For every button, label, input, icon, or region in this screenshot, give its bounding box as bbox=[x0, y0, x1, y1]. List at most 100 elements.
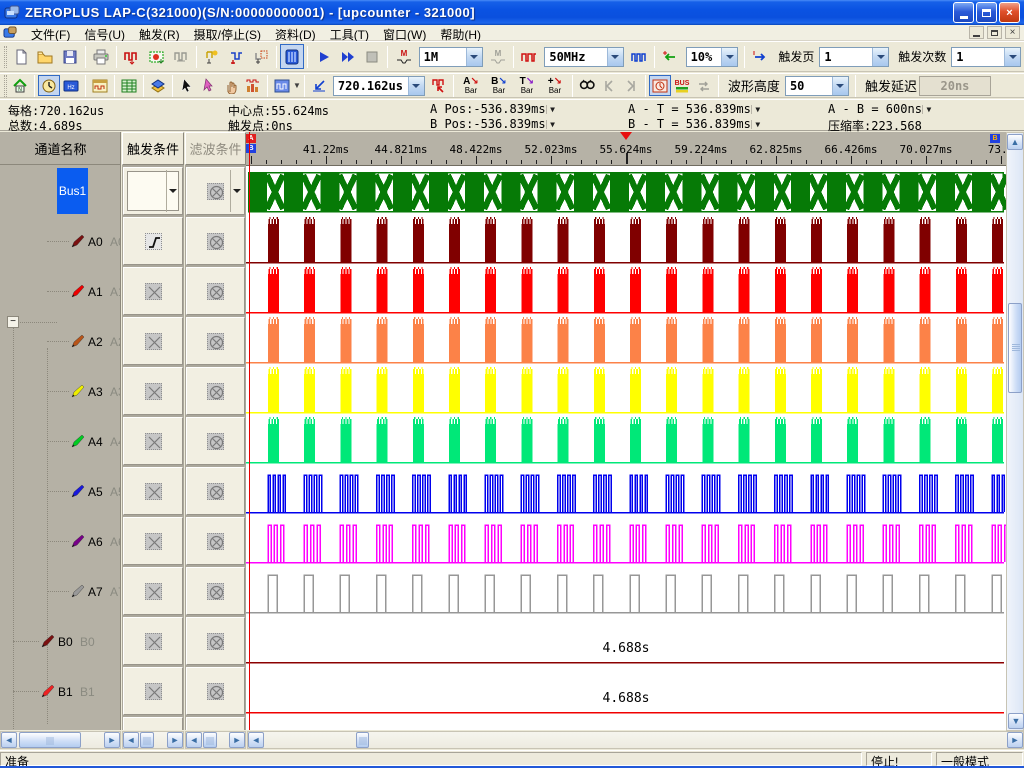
menu-item-4[interactable]: 资料(D) bbox=[268, 25, 323, 40]
module-window-button[interactable] bbox=[280, 44, 304, 69]
flag-b-marker[interactable]: B bbox=[246, 144, 256, 153]
run-button[interactable] bbox=[311, 44, 335, 69]
bus-view-button[interactable]: BUS bbox=[671, 75, 693, 96]
memory-depth-disabled-button[interactable]: M bbox=[486, 44, 510, 69]
bus-label[interactable]: Bus1 bbox=[57, 168, 88, 214]
filter-cell-a3[interactable] bbox=[186, 367, 245, 415]
find-next-button[interactable] bbox=[620, 75, 642, 96]
filter-cell-a7[interactable] bbox=[186, 567, 245, 615]
trigger-mark-c-button[interactable] bbox=[249, 44, 273, 69]
trigger-delay-field[interactable]: 20ns bbox=[919, 76, 991, 96]
trigger-ratio-button[interactable] bbox=[658, 44, 682, 69]
trigger-cell-b0[interactable] bbox=[123, 617, 183, 665]
zoom-fit-button[interactable] bbox=[308, 75, 330, 96]
channel-row-b0[interactable]: B0B0 bbox=[0, 616, 121, 666]
sync-button[interactable] bbox=[693, 75, 715, 96]
channel-row-a2[interactable]: A2A2 bbox=[0, 316, 121, 366]
channel-row-a3[interactable]: A3A3 bbox=[0, 366, 121, 416]
zoom-scale-dropdown-icon[interactable] bbox=[408, 77, 424, 95]
wave-scroll-thumb[interactable] bbox=[356, 732, 369, 748]
trigger-page-dropdown-icon[interactable] bbox=[872, 48, 888, 66]
channel-name[interactable]: B1 bbox=[58, 685, 73, 699]
frequency-meter-button[interactable]: Hz bbox=[60, 75, 82, 96]
sample-depth-select[interactable]: 1M bbox=[419, 47, 483, 67]
clock-view-button[interactable] bbox=[38, 75, 60, 96]
find-prev-button[interactable] bbox=[598, 75, 620, 96]
channel-name[interactable]: A2 bbox=[88, 335, 103, 349]
wave-height-dropdown-icon[interactable] bbox=[832, 77, 848, 95]
trigger-mark-b-button[interactable] bbox=[224, 44, 248, 69]
name-scroll-left-icon[interactable]: ◄ bbox=[1, 732, 17, 748]
trigger-ratio-dropdown-icon[interactable] bbox=[721, 48, 737, 66]
filter-cell-a5[interactable] bbox=[186, 467, 245, 515]
channel-name[interactable]: A1 bbox=[88, 285, 103, 299]
trigger-cell-a1[interactable] bbox=[123, 267, 183, 315]
waveform-hscrollbar[interactable]: ◄ ► bbox=[247, 731, 1024, 749]
trigger-ratio-select[interactable]: 10% bbox=[686, 47, 738, 67]
filt-scroll-right-icon[interactable]: ► bbox=[229, 732, 245, 748]
trigger-position-marker[interactable] bbox=[620, 132, 632, 140]
b-pos-dropdown-icon[interactable]: ▼ bbox=[546, 120, 559, 129]
filter-cell-bus1[interactable] bbox=[186, 167, 245, 215]
trigger-cell-a0[interactable] bbox=[123, 217, 183, 265]
t-bar-button[interactable]: T↘Bar bbox=[514, 74, 540, 97]
filter-cell-a4[interactable] bbox=[186, 417, 245, 465]
hand-pan-button[interactable] bbox=[220, 75, 242, 96]
channel-name[interactable]: A3 bbox=[88, 385, 103, 399]
trigger-count-dropdown-icon[interactable] bbox=[1004, 48, 1020, 66]
filter-cell-b1[interactable] bbox=[186, 667, 245, 715]
sample-depth-dropdown-icon[interactable] bbox=[466, 48, 482, 66]
filter-cell-a6[interactable] bbox=[186, 517, 245, 565]
mdi-close-button[interactable]: × bbox=[1005, 26, 1020, 39]
new-file-button[interactable] bbox=[9, 44, 33, 69]
time-ruler[interactable]: 41.22ms44.821ms48.422ms52.023ms55.624ms5… bbox=[246, 132, 1006, 166]
channel-name[interactable]: A4 bbox=[88, 435, 103, 449]
print-button[interactable] bbox=[89, 44, 113, 69]
menu-item-2[interactable]: 触发(R) bbox=[132, 25, 187, 40]
filt-scroll-left-icon[interactable]: ◄ bbox=[186, 732, 202, 748]
trigger-page-select[interactable]: 1 bbox=[819, 47, 889, 67]
open-file-button[interactable] bbox=[33, 44, 57, 69]
b-bar-button[interactable]: B↘Bar bbox=[486, 74, 512, 97]
restore-button[interactable] bbox=[976, 2, 997, 23]
trigger-cell-bus1[interactable] bbox=[123, 167, 183, 215]
filter-col-hscrollbar[interactable]: ◄ ► bbox=[185, 731, 246, 749]
channel-row-a4[interactable]: A4A4 bbox=[0, 416, 121, 466]
chart-view-button[interactable] bbox=[242, 75, 264, 96]
sample-rate-select[interactable]: 50MHz bbox=[544, 47, 624, 67]
menu-item-0[interactable]: 文件(F) bbox=[24, 25, 77, 40]
trigger-cell-b1[interactable] bbox=[123, 667, 183, 715]
memory-depth-button[interactable]: M bbox=[391, 44, 415, 69]
trigger-cell-a5[interactable] bbox=[123, 467, 183, 515]
sample-rate-dropdown-icon[interactable] bbox=[607, 48, 623, 66]
trigger-cell-a4[interactable] bbox=[123, 417, 183, 465]
capture-select-button[interactable] bbox=[145, 44, 169, 69]
name-panel-hscrollbar[interactable]: ◄ ► bbox=[0, 731, 121, 749]
channel-name[interactable]: A6 bbox=[88, 535, 103, 549]
trigger-dropdown-icon[interactable] bbox=[166, 170, 178, 212]
minimize-button[interactable] bbox=[953, 2, 974, 23]
channel-name[interactable]: B0 bbox=[58, 635, 73, 649]
timing-view-button[interactable] bbox=[649, 75, 671, 96]
goto-trigger-button[interactable] bbox=[428, 75, 450, 96]
vertical-scroll-thumb[interactable] bbox=[1008, 303, 1022, 393]
capture-wave-button[interactable] bbox=[120, 44, 144, 69]
trigger-page-button[interactable] bbox=[748, 44, 772, 69]
waveform-window-button[interactable] bbox=[89, 75, 111, 96]
trigger-col-hscrollbar[interactable]: ◄ ► bbox=[122, 731, 184, 749]
filter-cell-b2[interactable] bbox=[186, 717, 245, 730]
flag-a-marker[interactable]: A bbox=[246, 134, 256, 143]
plus-bar-button[interactable]: +↘Bar bbox=[542, 74, 568, 97]
flag-b-right-marker[interactable]: B bbox=[990, 134, 1000, 143]
menu-item-7[interactable]: 帮助(H) bbox=[433, 25, 488, 40]
channel-row-a1[interactable]: A1A1 bbox=[0, 266, 121, 316]
name-scroll-right-icon[interactable]: ► bbox=[104, 732, 120, 748]
channel-row-bus1[interactable]: Bus1 bbox=[0, 166, 121, 216]
filter-cell-a2[interactable] bbox=[186, 317, 245, 365]
capture-disabled-button[interactable] bbox=[169, 44, 193, 69]
a-bar-button[interactable]: A↘Bar bbox=[458, 74, 484, 97]
menu-item-1[interactable]: 信号(U) bbox=[77, 25, 132, 40]
channel-name[interactable]: A0 bbox=[88, 235, 103, 249]
home-button[interactable]: N bbox=[9, 75, 31, 96]
trig-scroll-right-icon[interactable]: ► bbox=[167, 732, 183, 748]
